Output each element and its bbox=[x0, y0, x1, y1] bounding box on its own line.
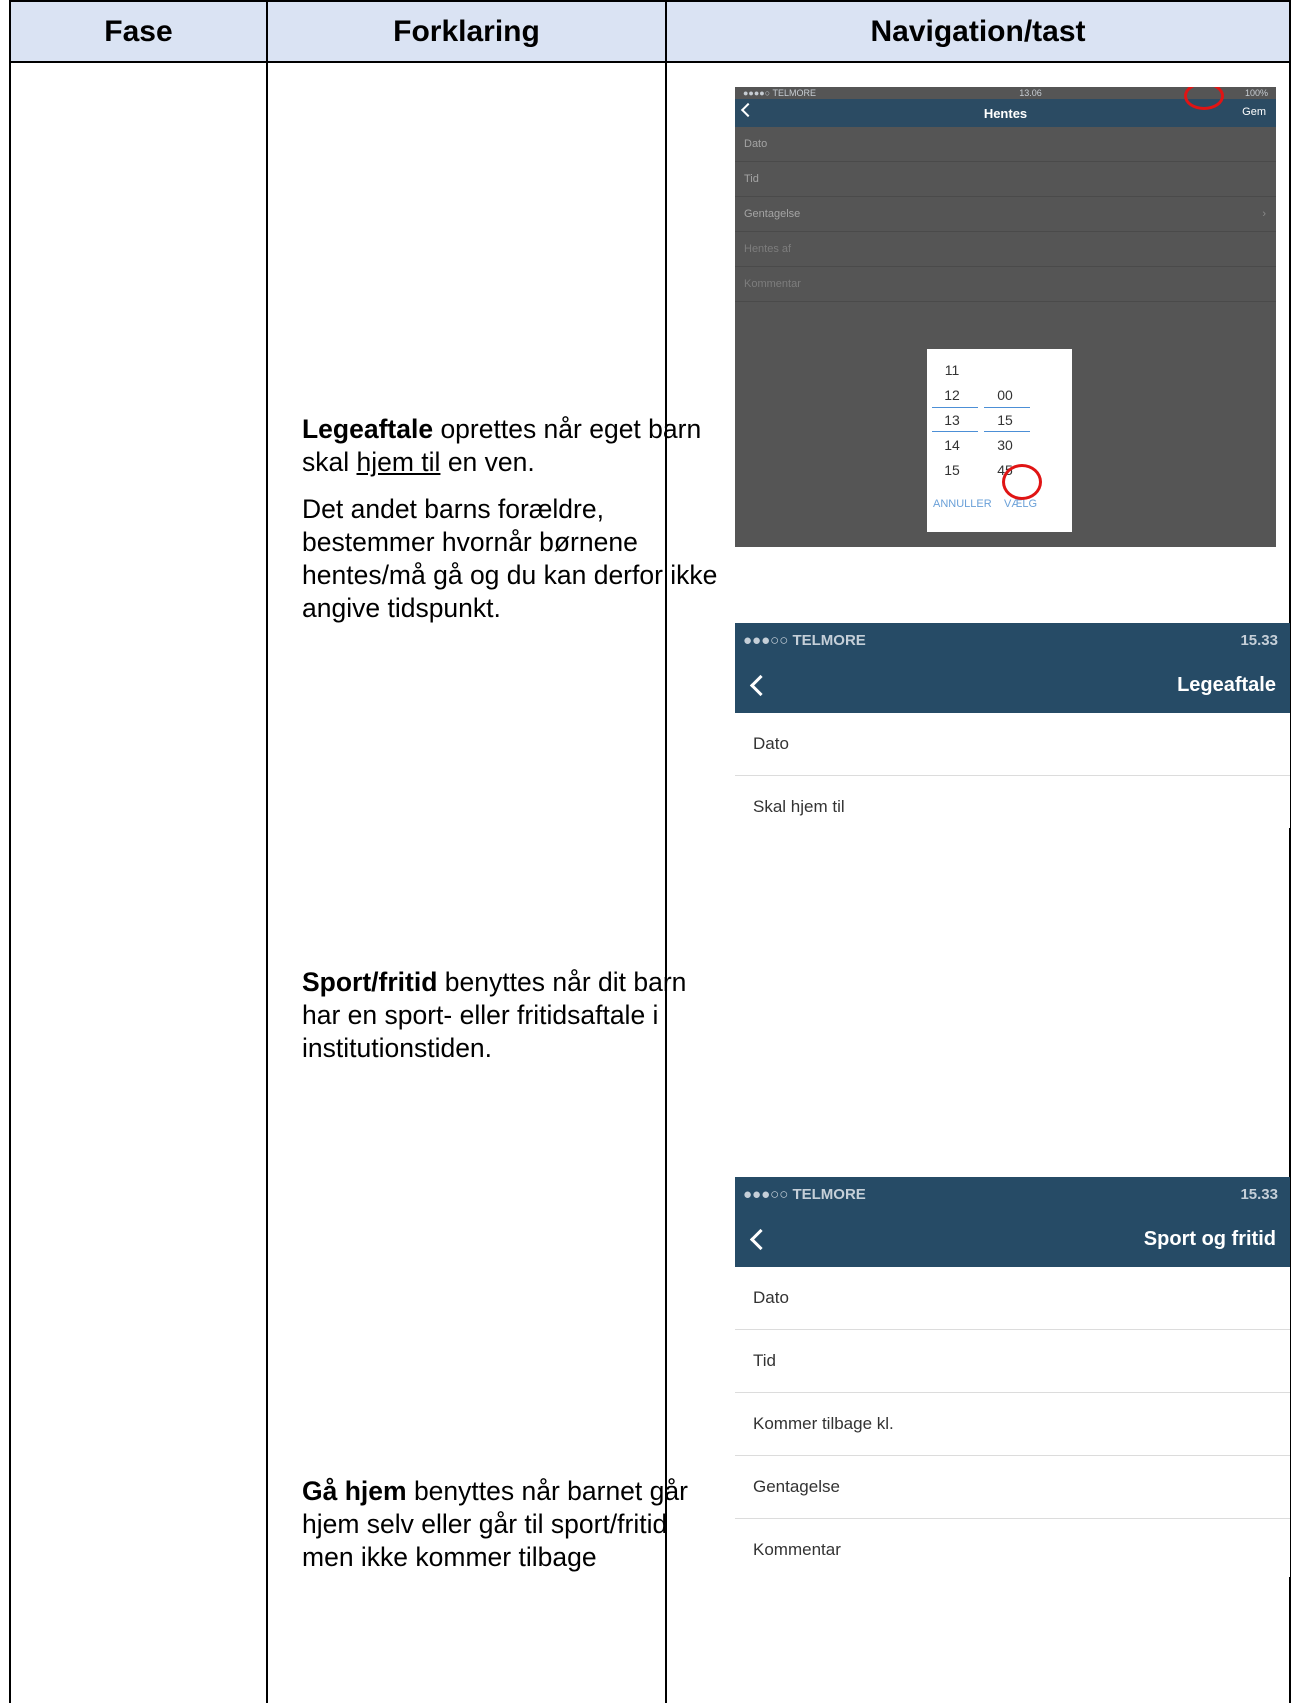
sport-title: Sport og fritid bbox=[1143, 1227, 1276, 1250]
header-forklaring: Forklaring bbox=[393, 14, 540, 48]
picker-selection-line bbox=[932, 407, 978, 408]
time-picker-dialog: 11 12 13 14 15 00 15 30 45 ANNULLER VÆLG bbox=[927, 349, 1072, 532]
status-bar: ●●●○○ TELMORE 15.33 bbox=[735, 623, 1290, 657]
header-fase: Fase bbox=[104, 14, 173, 48]
picker-selection-line bbox=[984, 407, 1030, 408]
legeaftale-description: Legeaftale oprettes når eget barn skal h… bbox=[302, 414, 702, 477]
picker-hour[interactable]: 14 bbox=[932, 437, 972, 453]
legeaftale-screenshot: ●●●○○ TELMORE 15.33 Legeaftale Dato Skal… bbox=[735, 623, 1290, 828]
sport-row-dato[interactable]: Dato bbox=[735, 1267, 1290, 1330]
picker-minute[interactable]: 30 bbox=[985, 437, 1025, 453]
gaa-hjem-term: Gå hjem bbox=[302, 1476, 407, 1506]
gaa-hjem-description: Gå hjem benyttes når barnet går hjem sel… bbox=[302, 1476, 688, 1572]
picker-minute-selected[interactable]: 15 bbox=[985, 412, 1025, 428]
table-column-divider-1 bbox=[266, 0, 268, 1703]
sport-row-kommer-tilbage[interactable]: Kommer tilbage kl. bbox=[735, 1393, 1290, 1456]
legeaftale-navbar: Legeaftale bbox=[735, 657, 1290, 713]
legeaftale-note: Det andet barns forældre, bestemmer hvor… bbox=[302, 494, 718, 623]
cancel-button[interactable]: ANNULLER bbox=[933, 498, 992, 510]
sport-row-gentagelse[interactable]: Gentagelse bbox=[735, 1456, 1290, 1519]
table-column-divider-2 bbox=[665, 0, 667, 1703]
legeaftale-row-skal-hjem-til[interactable]: Skal hjem til bbox=[735, 776, 1290, 828]
hentes-row-hentes-af[interactable]: Hentes af bbox=[735, 232, 1276, 267]
highlight-circle bbox=[1002, 464, 1042, 500]
chevron-right-icon: › bbox=[1262, 208, 1266, 220]
sport-screenshot: ●●●○○ TELMORE 15.33 Sport og fritid Dato… bbox=[735, 1177, 1290, 1577]
hentes-row-kommentar[interactable]: Kommentar bbox=[735, 267, 1276, 302]
picker-selection-line bbox=[984, 431, 1030, 432]
picker-hour[interactable]: 15 bbox=[932, 462, 972, 478]
back-icon[interactable] bbox=[749, 1228, 772, 1250]
hentes-row-tid[interactable]: Tid bbox=[735, 162, 1276, 197]
picker-minute[interactable]: 00 bbox=[985, 387, 1025, 403]
legeaftale-row-dato[interactable]: Dato bbox=[735, 713, 1290, 776]
legeaftale-title: Legeaftale bbox=[1177, 673, 1276, 696]
hentes-screenshot: ●●●●○ TELMORE 13.06 100% Hentes Gem Dato… bbox=[735, 87, 1276, 547]
sport-description: Sport/fritid benyttes når dit barn har e… bbox=[302, 967, 687, 1063]
picker-hour-selected[interactable]: 13 bbox=[932, 412, 972, 428]
sport-term: Sport/fritid bbox=[302, 967, 438, 997]
hjem-til-emphasis: hjem til bbox=[356, 447, 441, 477]
picker-hour[interactable]: 11 bbox=[932, 362, 972, 378]
sport-navbar: Sport og fritid bbox=[735, 1211, 1290, 1267]
hentes-row-dato[interactable]: Dato bbox=[735, 127, 1276, 162]
hentes-row-gentagelse[interactable]: Gentagelse › bbox=[735, 197, 1276, 232]
back-icon[interactable] bbox=[749, 674, 772, 696]
sport-row-kommentar[interactable]: Kommentar bbox=[735, 1519, 1290, 1577]
header-navigation: Navigation/tast bbox=[870, 14, 1086, 48]
status-bar: ●●●○○ TELMORE 15.33 bbox=[735, 1177, 1290, 1211]
save-button[interactable]: Gem bbox=[1242, 106, 1266, 118]
picker-selection-line bbox=[932, 431, 978, 432]
legeaftale-term: Legeaftale bbox=[302, 414, 434, 444]
sport-row-tid[interactable]: Tid bbox=[735, 1330, 1290, 1393]
hentes-title: Hentes bbox=[983, 105, 1028, 121]
picker-hour[interactable]: 12 bbox=[932, 387, 972, 403]
back-icon[interactable] bbox=[740, 102, 756, 118]
table-border-left bbox=[9, 0, 11, 1703]
